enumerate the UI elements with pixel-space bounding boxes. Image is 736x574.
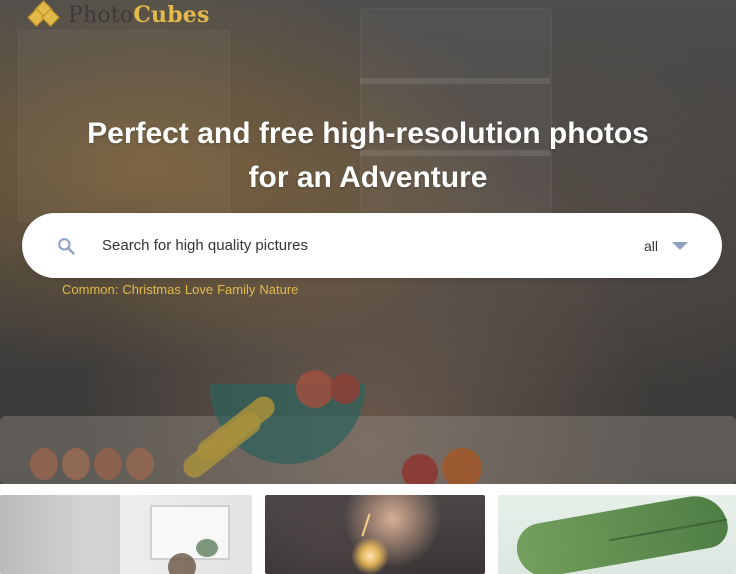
thumbnail-3[interactable] xyxy=(498,495,736,574)
search-type-value: all xyxy=(643,237,658,254)
hero-title-line-1: Perfect and free high-resolution photos xyxy=(87,117,649,151)
page: PhotoCubes Perfect and free high-resolut… xyxy=(0,0,736,574)
thumbnail-row xyxy=(0,495,736,574)
hero-title-line-2: for an Adventure xyxy=(248,161,488,195)
thumbnail-1[interactable] xyxy=(0,495,252,574)
common-tags: Common: Christmas Love Family Nature xyxy=(62,281,298,299)
common-tag-christmas[interactable]: Christmas xyxy=(122,281,181,299)
leaf xyxy=(512,495,732,574)
cubes-icon xyxy=(27,0,62,27)
topbar: PhotoCubes xyxy=(0,0,736,32)
sparkler-icon xyxy=(361,513,371,537)
chevron-down-icon xyxy=(672,241,688,250)
hero-title: Perfect and free high-resolution photos … xyxy=(0,112,736,200)
thumbnail-1-wall xyxy=(0,495,120,574)
thumbnail-2[interactable] xyxy=(265,495,485,574)
brand-name: PhotoCubes xyxy=(68,1,210,30)
thumbnail-1-window xyxy=(150,505,230,560)
hero-section: PhotoCubes Perfect and free high-resolut… xyxy=(0,0,736,484)
brand-name-photo: Photo xyxy=(68,2,134,28)
thumbnail-1-person xyxy=(168,553,196,574)
common-tags-label: Common: xyxy=(62,282,119,297)
brand-name-cubes: Cubes xyxy=(133,1,210,28)
thumbnail-1-plant xyxy=(196,539,218,557)
common-tag-family[interactable]: Family xyxy=(217,281,255,299)
search-input[interactable] xyxy=(100,229,604,262)
search-icon[interactable] xyxy=(54,234,78,258)
search-type-select[interactable]: all xyxy=(644,231,688,261)
sparkler-glow xyxy=(351,537,389,574)
common-tag-love[interactable]: Love xyxy=(185,281,213,299)
common-tag-nature[interactable]: Nature xyxy=(259,281,298,299)
logo[interactable]: PhotoCubes xyxy=(27,0,210,30)
search-bar: all xyxy=(22,213,722,278)
